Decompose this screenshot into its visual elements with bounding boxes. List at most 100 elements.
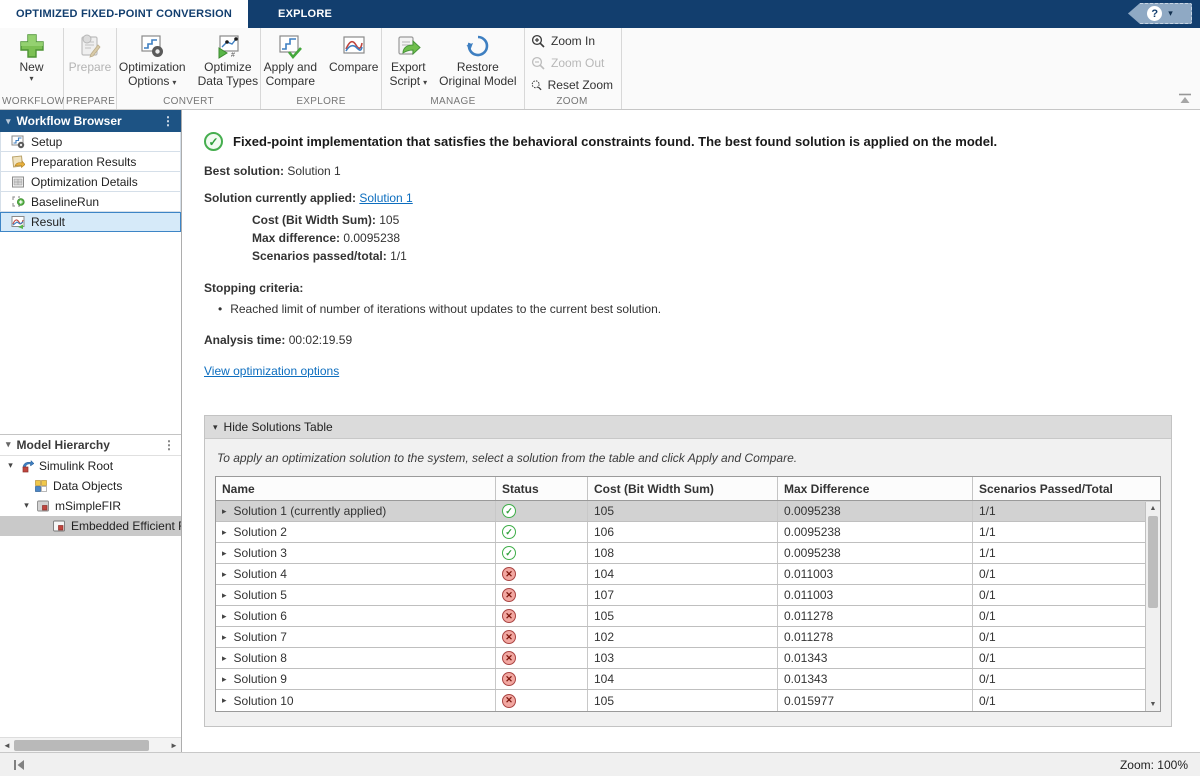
apply-and-compare-icon [276, 32, 304, 60]
new-button-label: New [19, 60, 43, 74]
applied-solution-link[interactable]: Solution 1 [359, 191, 412, 205]
solution-maxdiff: 0.011278 [778, 606, 973, 626]
chevron-down-icon: ▾ [172, 78, 176, 87]
row-expand-icon[interactable]: ▸ [222, 674, 227, 685]
tree-item-simulink-root[interactable]: ▾ Simulink Root [0, 456, 181, 476]
solution-cost: 105 [588, 690, 778, 711]
table-row[interactable]: ▸ Solution 1 (currently applied) ✓ 105 0… [216, 501, 1160, 522]
tree-item-data-objects[interactable]: Data Objects [0, 476, 181, 496]
export-script-button[interactable]: Export Script▾ [384, 30, 432, 95]
apply-and-compare-button[interactable]: Apply and Compare [259, 30, 322, 95]
collapse-ribbon-icon[interactable] [1178, 93, 1192, 105]
table-row[interactable]: ▸ Solution 5 ✕ 107 0.011003 0/1 [216, 585, 1160, 606]
optimize-data-types-icon: # [214, 32, 242, 60]
workflow-browser-header[interactable]: ▾ Workflow Browser ⋮ [0, 110, 181, 132]
row-expand-icon[interactable]: ▸ [222, 527, 227, 538]
table-row[interactable]: ▸ Solution 4 ✕ 104 0.011003 0/1 [216, 564, 1160, 585]
solution-scenarios: 0/1 [973, 585, 1147, 605]
tab-label: OPTIMIZED FIXED-POINT CONVERSION [16, 8, 232, 20]
row-expand-icon[interactable]: ▸ [222, 632, 227, 643]
row-expand-icon[interactable]: ▸ [222, 695, 227, 706]
row-expand-icon[interactable]: ▸ [222, 611, 227, 622]
new-button[interactable]: New ▾ [13, 30, 51, 95]
scrollbar-thumb[interactable] [1148, 516, 1158, 608]
cost-label: Cost (Bit Width Sum): [252, 213, 376, 227]
tab-optimized-fixed-point-conversion[interactable]: OPTIMIZED FIXED-POINT CONVERSION [0, 0, 248, 28]
ribbon-group-prepare: Prepare PREPARE [64, 28, 117, 109]
kebab-menu-icon[interactable]: ⋮ [162, 114, 175, 128]
table-row[interactable]: ▸ Solution 7 ✕ 102 0.011278 0/1 [216, 627, 1160, 648]
row-expand-icon[interactable]: ▸ [222, 548, 227, 559]
table-vertical-scrollbar[interactable]: ▲ ▼ [1145, 502, 1160, 711]
view-optimization-options-link[interactable]: View optimization options [204, 364, 339, 378]
tree-item-embedded-efficient-filter[interactable]: Embedded Efficient Fil [0, 516, 181, 536]
workflow-item-result[interactable]: Result [0, 212, 181, 232]
help-button[interactable]: ? ▾ [1128, 3, 1192, 24]
table-row[interactable]: ▸ Solution 2 ✓ 106 0.0095238 1/1 [216, 522, 1160, 543]
status-icon: ✓ [502, 525, 516, 539]
model-hierarchy-empty-area [0, 536, 181, 738]
chevron-down-icon: ▾ [423, 78, 427, 87]
table-row[interactable]: ▸ Solution 8 ✕ 103 0.01343 0/1 [216, 648, 1160, 669]
table-row[interactable]: ▸ Solution 3 ✓ 108 0.0095238 1/1 [216, 543, 1160, 564]
collapse-panel-icon[interactable] [12, 758, 26, 772]
scrollbar-thumb[interactable] [14, 740, 149, 751]
status-icon: ✓ [502, 546, 516, 560]
scroll-up-icon[interactable]: ▲ [1146, 502, 1160, 515]
workflow-item-preparation-results[interactable]: Preparation Results [0, 152, 181, 172]
tree-item-msimplefir[interactable]: ▾ mSimpleFIR [0, 496, 181, 516]
column-header-status[interactable]: Status [496, 477, 588, 500]
prepare-button[interactable]: Prepare [64, 30, 117, 95]
row-expand-icon[interactable]: ▸ [222, 569, 227, 580]
toolstrip-tabbar: OPTIMIZED FIXED-POINT CONVERSION EXPLORE… [0, 0, 1200, 28]
cost-value: 105 [379, 213, 399, 227]
scroll-right-icon[interactable]: ► [167, 741, 181, 750]
scroll-left-icon[interactable]: ◄ [0, 741, 14, 750]
hide-solutions-table-toggle[interactable]: ▾ Hide Solutions Table [205, 416, 1171, 439]
success-check-icon: ✓ [204, 132, 223, 151]
workflow-item-optimization-details[interactable]: Optimization Details [0, 172, 181, 192]
scroll-down-icon[interactable]: ▼ [1146, 698, 1160, 711]
zoom-out-button[interactable]: Zoom Out [531, 53, 613, 73]
workflow-item-label: BaselineRun [31, 195, 99, 209]
view-options-line: View optimization options [204, 364, 1200, 378]
tab-explore[interactable]: EXPLORE [248, 0, 362, 28]
row-expand-icon[interactable]: ▸ [222, 590, 227, 601]
table-row[interactable]: ▸ Solution 10 ✕ 105 0.015977 0/1 [216, 690, 1160, 711]
left-panel-horizontal-scrollbar[interactable]: ◄ ► [0, 737, 181, 752]
workflow-item-baselinerun[interactable]: BaselineRun [0, 192, 181, 212]
table-row[interactable]: ▸ Solution 9 ✕ 104 0.01343 0/1 [216, 669, 1160, 690]
optimize-data-types-button[interactable]: # Optimize Data Types [193, 30, 263, 95]
scrollbar-track[interactable] [14, 740, 167, 751]
solution-cost: 107 [588, 585, 778, 605]
solutions-instruction: To apply an optimization solution to the… [217, 451, 1161, 465]
column-header-scenarios[interactable]: Scenarios Passed/Total [973, 477, 1147, 500]
solution-maxdiff: 0.0095238 [778, 543, 973, 563]
max-difference-value: 0.0095238 [343, 231, 400, 245]
bullet-icon: • [218, 302, 222, 316]
data-objects-icon [34, 479, 48, 493]
kebab-menu-icon[interactable]: ⋮ [163, 438, 175, 452]
solution-scenarios: 0/1 [973, 690, 1147, 711]
workflow-browser-empty-area [0, 232, 181, 434]
model-hierarchy-header[interactable]: ▾ Model Hierarchy ⋮ [0, 434, 181, 456]
tree-expand-icon[interactable]: ▾ [6, 460, 15, 471]
stopping-criteria-bullet: • Reached limit of number of iterations … [218, 302, 1200, 316]
column-header-name[interactable]: Name [216, 477, 496, 500]
optimization-options-button[interactable]: Optimization Options▾ [114, 30, 191, 95]
zoom-in-button[interactable]: Zoom In [531, 31, 613, 51]
scrollbar-track[interactable] [1146, 515, 1160, 698]
column-header-cost[interactable]: Cost (Bit Width Sum) [588, 477, 778, 500]
ribbon-group-convert: Optimization Options▾ # Optimize Data Ty… [117, 28, 261, 109]
reset-zoom-button[interactable]: Reset Zoom [531, 75, 613, 95]
compare-button[interactable]: Compare [324, 30, 383, 95]
solution-name: Solution 9 [234, 672, 287, 686]
tree-expand-icon[interactable]: ▾ [22, 500, 31, 511]
row-expand-icon[interactable]: ▸ [222, 653, 227, 664]
column-header-max-difference[interactable]: Max Difference [778, 477, 973, 500]
table-row[interactable]: ▸ Solution 6 ✕ 105 0.011278 0/1 [216, 606, 1160, 627]
workflow-item-setup[interactable]: Setup [0, 132, 181, 152]
row-expand-icon[interactable]: ▸ [222, 506, 227, 517]
help-icon: ? [1147, 6, 1162, 21]
restore-original-model-button[interactable]: Restore Original Model [434, 30, 521, 95]
